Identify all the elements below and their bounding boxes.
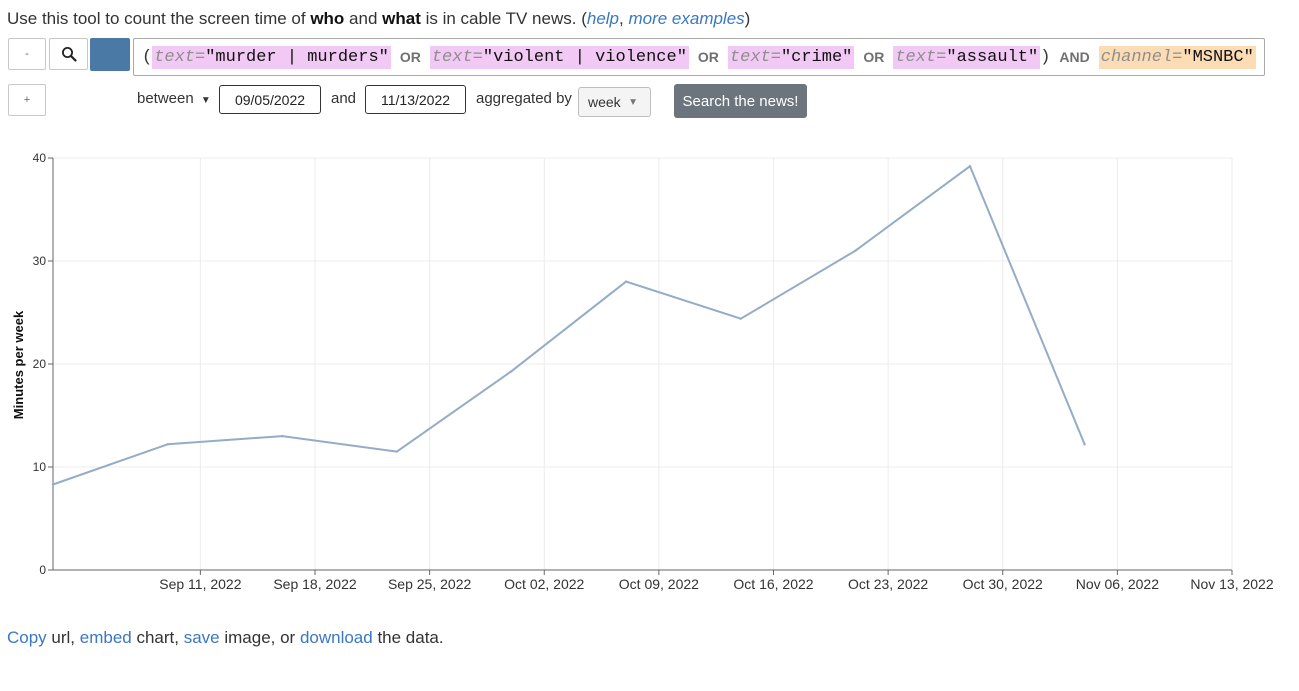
x-tick-label: Sep 11, 2022 xyxy=(159,576,241,592)
or-operator: OR xyxy=(697,49,719,65)
footer-links: Copy url, embed chart, save image, or do… xyxy=(7,628,444,648)
embed-chart-link[interactable]: embed xyxy=(80,628,132,647)
intro-text: Use this tool to count the screen time o… xyxy=(7,9,750,29)
download-data-link[interactable]: download xyxy=(300,628,373,647)
more-examples-link[interactable]: more examples xyxy=(628,9,744,28)
intro-what: what xyxy=(382,9,421,28)
query-open-paren: ( xyxy=(142,47,153,67)
line-chart: 0 10 20 30 40 Sep 11, 2022 Sep 18, 2022 Sep 25,… xyxy=(11,151,1274,592)
series-color-swatch[interactable] xyxy=(90,38,130,71)
query-term: text="assault" xyxy=(893,45,1041,69)
start-date-input[interactable]: 09/05/2022 xyxy=(219,85,321,114)
data-point xyxy=(624,280,628,283)
intro-text-part: ) xyxy=(744,9,751,28)
intro-text-part: is in cable TV news. ( xyxy=(420,9,587,28)
x-tick-label: Oct 09, 2022 xyxy=(619,576,699,592)
between-label: between xyxy=(137,90,194,107)
data-point xyxy=(166,443,169,446)
term-key: text= xyxy=(431,47,483,67)
x-tick-label: Sep 18, 2022 xyxy=(273,576,357,592)
data-point xyxy=(854,249,857,252)
remove-label: - xyxy=(25,48,29,60)
term-key: text= xyxy=(729,47,781,67)
query-term: text="crime" xyxy=(727,45,855,69)
channel-term: channel="MSNBC" xyxy=(1098,45,1256,69)
term-key: text= xyxy=(154,47,206,67)
magnifier-icon xyxy=(61,47,77,62)
x-tick-label: Oct 16, 2022 xyxy=(733,576,813,592)
channel-value: "MSNBC" xyxy=(1182,47,1254,67)
intro-text-part: Use this tool to count the screen time o… xyxy=(7,9,311,28)
data-point xyxy=(395,450,399,453)
footer-text: url, xyxy=(46,628,80,647)
copy-url-link[interactable]: Copy xyxy=(7,628,47,647)
caret-down-icon: ▼ xyxy=(628,97,638,108)
query-term: text="violent | violence" xyxy=(429,45,689,69)
aggregated-by-label: aggregated by xyxy=(476,90,572,107)
footer-text: the data. xyxy=(372,628,444,647)
and-label: and xyxy=(331,90,357,107)
intro-text-part: and xyxy=(344,9,383,28)
term-value: "assault" xyxy=(946,47,1039,67)
term-value: "violent | violence" xyxy=(482,47,687,67)
x-tick-label: Nov 06, 2022 xyxy=(1076,576,1159,592)
and-operator: AND xyxy=(1059,49,1090,65)
search-news-button[interactable]: Search the news! xyxy=(674,84,807,118)
caret-down-icon: ▼ xyxy=(200,95,211,106)
x-tick-label: Nov 13, 2022 xyxy=(1190,576,1273,592)
y-axis-label: Minutes per week xyxy=(11,310,26,419)
chart-series xyxy=(51,165,1086,486)
remove-query-button[interactable]: - xyxy=(8,38,46,70)
y-tick-label: 20 xyxy=(33,357,47,371)
query-input[interactable]: ( text="murder | murders" OR text="viole… xyxy=(133,38,1265,76)
term-key: text= xyxy=(895,47,947,67)
query-term: text="murder | murders" xyxy=(152,45,391,69)
help-link[interactable]: help xyxy=(587,9,619,28)
y-tick-label: 30 xyxy=(33,254,47,268)
search-query-button[interactable] xyxy=(49,38,88,70)
x-tick-label: Sep 25, 2022 xyxy=(388,576,472,592)
data-point xyxy=(510,370,513,373)
or-operator: OR xyxy=(863,49,885,65)
y-tick-label: 10 xyxy=(33,460,47,474)
aggregation-select[interactable]: week ▼ xyxy=(578,87,651,117)
intro-who: who xyxy=(310,9,345,28)
chart-grid xyxy=(53,157,1233,571)
y-tick-label: 40 xyxy=(33,151,47,165)
date-range-row: + between ▼ 09/05/2022 and 11/13/2022 ag… xyxy=(0,84,1299,118)
or-operator: OR xyxy=(399,49,421,65)
query-close-paren: ) xyxy=(1040,47,1051,67)
between-dropdown[interactable]: between ▼ xyxy=(137,90,211,107)
x-tick-label: Oct 30, 2022 xyxy=(963,576,1043,592)
aggregation-value: week xyxy=(588,94,621,110)
series-line xyxy=(52,165,1086,486)
data-point xyxy=(1083,443,1086,446)
chart-axes: 0 10 20 30 40 Sep 11, 2022 Sep 18, 2022 Sep 25,… xyxy=(33,151,1274,592)
data-point xyxy=(968,165,972,168)
save-image-link[interactable]: save xyxy=(184,628,220,647)
end-date-input[interactable]: 11/13/2022 xyxy=(365,85,466,114)
term-value: "murder | murders" xyxy=(205,47,389,67)
x-tick-label: Oct 23, 2022 xyxy=(848,576,928,592)
data-point xyxy=(281,434,284,438)
y-tick-label: 0 xyxy=(39,563,46,577)
x-tick-label: Oct 02, 2022 xyxy=(504,576,584,592)
footer-text: chart, xyxy=(131,628,184,647)
add-query-button[interactable]: + xyxy=(8,84,46,116)
term-value: "crime" xyxy=(780,47,853,67)
add-label: + xyxy=(23,94,31,106)
footer-text: image, or xyxy=(219,628,300,647)
channel-key: channel= xyxy=(1100,47,1183,67)
data-point xyxy=(739,317,742,320)
data-point xyxy=(51,483,55,486)
